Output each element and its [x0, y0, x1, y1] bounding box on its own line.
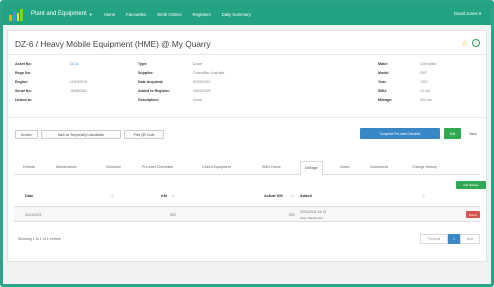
smu-label: SMU: — [378, 89, 388, 93]
date-acquired-value: 02/09/1997 — [193, 80, 211, 84]
nav-work-orders[interactable]: Work Orders — [157, 12, 181, 17]
smu-value: 10 hrs — [420, 89, 430, 93]
engine-label: Engine: — [15, 80, 29, 84]
pagination-page-1[interactable]: 1 — [448, 234, 460, 244]
tab-mileage[interactable]: Mileage — [300, 161, 323, 176]
added-to-register-value: 04/06/2020 — [193, 89, 211, 93]
nav-registers[interactable]: Registers — [193, 12, 211, 17]
type-label: Type: — [138, 62, 148, 66]
tab-linked-equipment[interactable]: Linked Equipment — [202, 165, 231, 169]
tab-prestart-checklists[interactable]: Pre-start Checklists — [142, 165, 173, 169]
serial-no-label: Serial No: — [15, 89, 32, 93]
tab-maintenance[interactable]: Maintenance — [56, 165, 77, 169]
tab-smu-hours[interactable]: SMU Hours — [262, 165, 281, 169]
pagination-previous[interactable]: Previous — [420, 234, 448, 244]
mileage-label: Mileage: — [378, 98, 393, 102]
back-button[interactable]: Back — [464, 128, 482, 139]
linked-to-label: Linked to: — [15, 98, 33, 102]
model-label: Model: — [378, 71, 390, 75]
title-divider — [8, 54, 486, 55]
details-divider — [8, 117, 486, 118]
col-added-header[interactable]: Added — [300, 194, 312, 198]
caret-down-icon: ▼ — [88, 11, 93, 17]
edit-button[interactable]: Edit — [444, 128, 461, 139]
complete-checklist-button[interactable]: Complete Pre-start Checklist — [360, 128, 440, 139]
sort-icon[interactable]: ⇅ — [111, 194, 114, 198]
col-date-header[interactable]: Date — [25, 194, 33, 198]
engine-value: LHKX5576 — [70, 80, 88, 84]
sort-icon[interactable]: ⇅ — [422, 194, 425, 198]
app-logo-icon[interactable] — [9, 7, 23, 21]
tab-defects[interactable]: Defects — [23, 165, 35, 169]
tab-bar: Defects Maintenance Schedule Pre-start C… — [14, 161, 480, 176]
brand-label: Plant and Equipment — [31, 11, 87, 17]
row-km: 500 — [170, 213, 176, 217]
nav-home[interactable]: Home — [104, 12, 115, 17]
description-label: Description: — [138, 98, 159, 102]
table-row: 22/11/2021 500 500 22/11/2021 16:19 Pete… — [14, 206, 480, 222]
archive-button[interactable]: Archive — [15, 130, 38, 139]
tab-schedule[interactable]: Schedule — [106, 165, 121, 169]
make-label: Make: — [378, 62, 389, 66]
description-value: Dozer — [193, 98, 203, 102]
add-mileage-button[interactable]: Add Mileage — [456, 181, 486, 189]
rego-no-label: Rego No: — [15, 71, 31, 75]
row-added-date: 22/11/2021 16:19 — [300, 210, 327, 214]
user-name: David Jones — [453, 11, 478, 16]
asset-panel: DZ-6 / Heavy Mobile Equipment (HME) @ My… — [7, 30, 487, 262]
model-value: D8T — [420, 71, 427, 75]
supplier-value: Caterpillar Australia — [193, 71, 225, 75]
make-value: Caterpillar — [420, 62, 437, 66]
type-value: Dozer — [193, 62, 203, 66]
status-check-icon: ✓ — [472, 39, 480, 47]
date-acquired-label: Date Acquired: — [138, 80, 164, 84]
mileage-value: 500 km — [420, 98, 432, 102]
app-frame: Plant and Equipment ▼ Home Favourites Wo… — [0, 0, 494, 287]
tab-documents[interactable]: Documents — [370, 165, 388, 169]
pagination-next[interactable]: Next — [460, 234, 480, 244]
supplier-label: Supplier: — [138, 71, 154, 75]
top-navbar: Plant and Equipment ▼ Home Favourites Wo… — [3, 3, 491, 25]
col-actual-km-header[interactable]: Actual KM — [264, 194, 283, 198]
brand-menu[interactable]: Plant and Equipment ▼ — [31, 11, 93, 17]
serial-no-value: JKBB0362 — [70, 89, 87, 93]
entries-info: Showing 1 to 1 of 1 entries — [18, 237, 61, 241]
row-added-by: Peter Macdonald — [300, 216, 323, 220]
user-menu[interactable]: David Jones ▾ — [454, 11, 481, 17]
year-value: 1997 — [420, 80, 428, 84]
row-date: 22/11/2021 — [25, 213, 42, 217]
tab-change-history[interactable]: Change History — [412, 165, 437, 169]
page-title: DZ-6 / Heavy Mobile Equipment (HME) @ My… — [15, 39, 211, 49]
row-actual-km: 500 — [289, 213, 295, 217]
mark-unavailable-button[interactable]: Mark as Temporarily Unavailable — [41, 130, 121, 139]
col-km-header[interactable]: KM — [161, 194, 167, 198]
delete-button[interactable]: Delete — [466, 211, 480, 218]
added-to-register-label: Added to Register: — [138, 89, 171, 93]
favourite-star-icon[interactable]: ☆ — [461, 39, 468, 48]
nav-daily-summary[interactable]: Daily Summary — [222, 12, 251, 17]
tab-notes[interactable]: Notes — [340, 165, 349, 169]
nav-favourites[interactable]: Favourites — [126, 12, 146, 17]
year-label: Year: — [378, 80, 387, 84]
asset-no-label: Asset No: — [15, 62, 32, 66]
print-qr-button[interactable]: Print QR Code — [124, 130, 164, 139]
sort-icon[interactable]: ⇅ — [172, 194, 175, 198]
asset-no-value[interactable]: DZ-6 — [70, 62, 78, 66]
sort-icon[interactable]: ⇅ — [291, 194, 294, 198]
